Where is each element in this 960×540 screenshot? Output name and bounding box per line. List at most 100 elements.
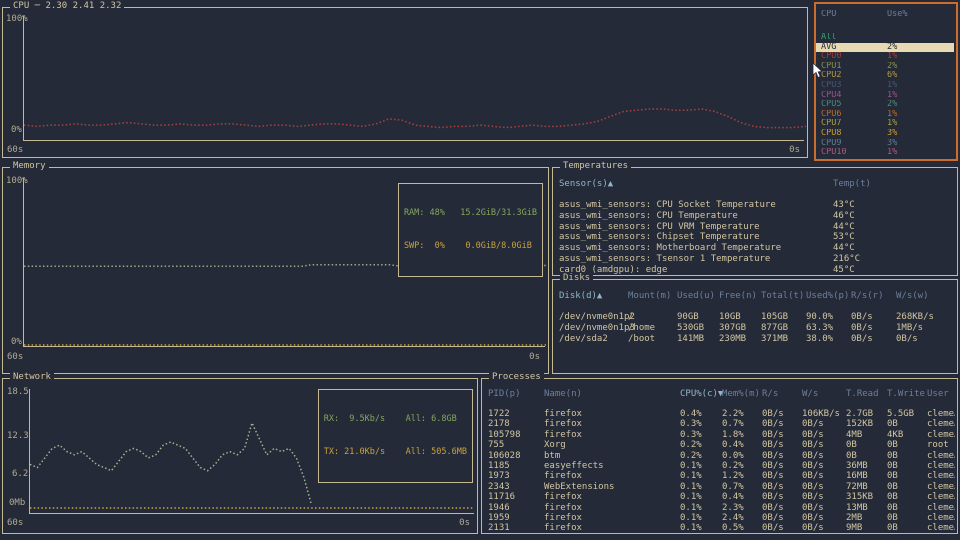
process-write-rate: 0B/s	[802, 461, 824, 472]
sensor-name: asus_wmi_sensors: CPU Temperature	[559, 210, 738, 221]
temperature-row[interactable]: asus_wmi_sensors: CPU Temperature 46°C	[553, 211, 955, 222]
process-row[interactable]: 2178 firefox 0.3% 0.7% 0B/s 0B/s 152KB 0…	[482, 419, 955, 429]
sensor-temp: 46°C	[833, 210, 855, 221]
process-write-rate: 0B/s	[802, 513, 824, 524]
total-column-header[interactable]: Total(t)	[761, 291, 806, 302]
process-row[interactable]: 1722 firefox 0.4% 2.2% 0B/s 106KB/s 2.7G…	[482, 409, 955, 419]
free-column-header[interactable]: Free(n)	[719, 291, 761, 302]
cpu-legend-row[interactable]: CPU2 6%	[816, 71, 954, 81]
process-total-read: 4MB	[846, 429, 863, 440]
process-row[interactable]: 1959 firefox 0.1% 2.4% 0B/s 0B/s 2MB 0B …	[482, 513, 955, 523]
sensor-column-header[interactable]: Sensor(s)▲	[559, 179, 833, 190]
cpu-legend-widget[interactable]: CPU Use% All AVG 2% CPU0 1% CPU1 2% CPU2…	[814, 2, 958, 161]
cpu-core-usage: 1%	[887, 109, 898, 119]
process-row[interactable]: 2131 firefox 0.1% 0.5% 0B/s 0B/s 9MB 0B …	[482, 523, 955, 533]
processes-widget[interactable]: Processes PID(p) Name(n) CPU%(c)▼ Mem%(m…	[481, 372, 958, 534]
process-cpu: 0.1%	[680, 461, 702, 472]
temperature-row[interactable]: asus_wmi_sensors: Chipset Temperature 53…	[553, 232, 955, 243]
cpu-widget[interactable]: CPU ─ 2.30 2.41 2.32 100% 0% 60s 0s	[2, 1, 808, 158]
cpu-legend-row[interactable]: All	[816, 33, 954, 43]
cpu-legend-row[interactable]: CPU6 1%	[816, 110, 954, 120]
process-user: root	[927, 440, 949, 451]
disk-row[interactable]: /dev/nvme0n1p2 / 90GB 10GB 105GB 90.0% 0…	[553, 312, 955, 323]
disk-column-header[interactable]: Disk(d)▲	[559, 291, 628, 302]
sensor-temp: 53°C	[833, 232, 855, 243]
process-row[interactable]: 1185 easyeffects 0.1% 0.2% 0B/s 0B/s 36M…	[482, 461, 955, 471]
temp-column-header[interactable]: Temp(t)	[833, 179, 957, 190]
process-row[interactable]: 2343 WebExtensions 0.1% 0.7% 0B/s 0B/s 7…	[482, 482, 955, 492]
used-column-header[interactable]: Used(u)	[677, 291, 719, 302]
process-user: cleme…	[927, 523, 955, 534]
cpu-legend-row[interactable]: CPU9 3%	[816, 139, 954, 149]
cpu-legend-row[interactable]: CPU5 2%	[816, 100, 954, 110]
cpu-core-label: CPU1	[821, 61, 842, 71]
disk-row[interactable]: /dev/nvme0n1p3 /home 530GB 307GB 877GB 6…	[553, 323, 955, 334]
process-read-rate: 0B/s	[762, 440, 784, 451]
process-row[interactable]: 11716 firefox 0.1% 0.4% 0B/s 0B/s 315KB …	[482, 492, 955, 502]
process-row[interactable]: 106028 btm 0.2% 0.0% 0B/s 0B/s 0B 0B cle…	[482, 451, 955, 461]
rps-column-header[interactable]: R/s	[762, 389, 802, 399]
cpu-core-label: CPU0	[821, 52, 842, 62]
pid-column-header[interactable]: PID(p)	[488, 389, 544, 399]
process-row[interactable]: 1973 firefox 0.1% 1.2% 0B/s 0B/s 16MB 0B…	[482, 471, 955, 481]
temperature-row[interactable]: asus_wmi_sensors: Motherboard Temperatur…	[553, 243, 955, 254]
cpu-legend-row[interactable]: AVG 2%	[816, 42, 954, 53]
memory-widget[interactable]: Memory 100% 0% RAM: 48% 15.2GiB/31.3GiB …	[2, 161, 549, 374]
cpu-legend-header-name[interactable]: CPU	[821, 10, 887, 20]
usedpct-column-header[interactable]: Used%(p)	[806, 291, 851, 302]
cpu-core-label: CPU8	[821, 128, 842, 138]
cpu-legend-row[interactable]: CPU10 1%	[816, 148, 954, 158]
cpu-legend-row[interactable]: CPU0 1%	[816, 52, 954, 62]
disk-free: 307GB	[719, 322, 747, 333]
cpu-column-header[interactable]: CPU%(c)▼	[680, 389, 723, 399]
memory-legend-box: RAM: 48% 15.2GiB/31.3GiB SWP: 0% 0.0GiB/…	[397, 183, 543, 277]
process-row[interactable]: 1946 firefox 0.1% 2.3% 0B/s 0B/s 13MB 0B…	[482, 503, 955, 513]
disk-row[interactable]: /dev/sda2 /boot 141MB 230MB 371MB 38.0% …	[553, 334, 955, 345]
mouse-cursor-icon	[812, 63, 823, 79]
read-column-header[interactable]: R/s(r)	[851, 291, 896, 302]
cpu-legend-header-usage[interactable]: Use%	[887, 10, 956, 20]
disks-widget[interactable]: Disks Disk(d)▲ Mount(m) Used(u) Free(n) …	[552, 273, 958, 374]
sensor-temp: 216°C	[833, 253, 861, 264]
cpu-legend-row[interactable]: CPU7 1%	[816, 119, 954, 129]
twrite-column-header[interactable]: T.Write	[887, 389, 927, 399]
network-y-label-3: 6.2	[12, 469, 29, 479]
mem-column-header[interactable]: Mem%(m)	[722, 389, 762, 399]
disks-header: Disk(d)▲ Mount(m) Used(u) Free(n) Total(…	[553, 291, 957, 302]
process-mem: 0.4%	[722, 492, 744, 503]
process-read-rate: 0B/s	[762, 419, 784, 430]
process-name: WebExtensions	[544, 481, 615, 492]
name-column-header[interactable]: Name(n)	[544, 389, 680, 399]
process-user: cleme…	[927, 419, 955, 430]
temperature-row[interactable]: asus_wmi_sensors: CPU Socket Temperature…	[553, 200, 955, 211]
process-cpu: 0.1%	[680, 471, 702, 482]
temperatures-widget[interactable]: Temperatures Sensor(s)▲ Temp(t) asus_wmi…	[552, 161, 958, 276]
memory-x-axis	[23, 346, 545, 347]
wps-column-header[interactable]: W/s	[802, 389, 846, 399]
temperatures-header: Sensor(s)▲ Temp(t)	[553, 179, 957, 190]
cpu-legend-row[interactable]: CPU4 1%	[816, 91, 954, 101]
cpu-legend-row[interactable]: CPU3 1%	[816, 81, 954, 91]
temperature-row[interactable]: asus_wmi_sensors: Tsensor 1 Temperature …	[553, 254, 955, 265]
cpu-legend-row[interactable]: CPU1 2%	[816, 62, 954, 72]
process-total-read: 16MB	[846, 471, 868, 482]
btm-system-monitor: { "cpu_panel": { "title": "CPU ─ 2.30 2.…	[0, 0, 960, 540]
cpu-legend-header[interactable]: CPU Use%	[816, 10, 956, 20]
mount-column-header[interactable]: Mount(m)	[628, 291, 677, 302]
process-mem: 0.0%	[722, 450, 744, 461]
cpu-legend-row[interactable]: CPU8 3%	[816, 129, 954, 139]
process-total-read: 72MB	[846, 481, 868, 492]
process-write-rate: 106KB/s	[802, 409, 840, 419]
temperature-row[interactable]: asus_wmi_sensors: CPU VRM Temperature 44…	[553, 222, 955, 233]
network-widget[interactable]: Network 18.5 12.3 6.2 0Mb RX: 9.5Kb/s Al…	[2, 372, 478, 534]
user-column-header[interactable]: User	[927, 389, 957, 399]
cpu-x-left-label: 60s	[7, 145, 24, 155]
temperature-row[interactable]: card0 (amdgpu): edge 45°C	[553, 265, 955, 276]
process-row[interactable]: 755 Xorg 0.2% 0.4% 0B/s 0B/s 0B 0B root	[482, 440, 955, 450]
tread-column-header[interactable]: T.Read	[846, 389, 887, 399]
cpu-core-usage: 2%	[887, 42, 898, 52]
process-row[interactable]: 105798 firefox 0.3% 1.8% 0B/s 0B/s 4MB 4…	[482, 430, 955, 440]
write-column-header[interactable]: W/s(w)	[896, 291, 957, 302]
process-cpu: 0.4%	[680, 409, 702, 419]
disk-used: 141MB	[677, 333, 705, 344]
